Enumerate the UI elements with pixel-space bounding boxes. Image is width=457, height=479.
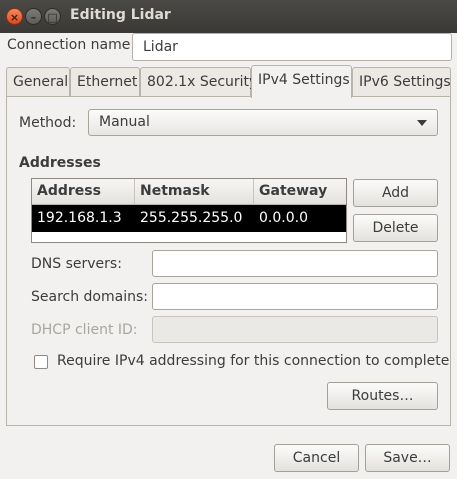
tab-ipv4-settings[interactable]: IPv4 Settings — [251, 65, 352, 98]
table-row[interactable]: 192.168.1.3 255.255.255.0 0.0.0.0 — [32, 205, 346, 232]
tab-ethernet[interactable]: Ethernet — [70, 67, 140, 97]
column-header-gateway[interactable]: Gateway — [254, 179, 346, 205]
window-title: Editing Lidar — [70, 7, 171, 23]
maximize-window-icon[interactable]: □ — [44, 8, 61, 25]
dhcp-client-id-input — [152, 316, 438, 343]
connection-name-label: Connection name: — [7, 37, 136, 53]
search-domains-input[interactable] — [152, 283, 438, 310]
method-dropdown[interactable]: Manual — [88, 109, 438, 136]
minimize-window-icon[interactable]: – — [25, 8, 42, 25]
require-ipv4-checkbox[interactable] — [34, 355, 48, 369]
table-header: Address Netmask Gateway — [32, 179, 346, 205]
netmask-cell[interactable]: 255.255.255.0 — [135, 205, 254, 232]
routes-button[interactable]: Routes… — [327, 382, 438, 410]
dropdown-arrow-icon — [417, 120, 427, 126]
tab-general[interactable]: General — [6, 67, 70, 97]
close-window-icon[interactable]: × — [6, 8, 23, 25]
connection-name-input[interactable]: Lidar — [132, 33, 452, 61]
dns-servers-label: DNS servers: — [31, 256, 122, 272]
addresses-table: Address Netmask Gateway 192.168.1.3 255.… — [31, 178, 347, 243]
save-button[interactable]: Save… — [365, 444, 450, 472]
tab-8021x-security[interactable]: 802.1x Security — [140, 67, 257, 97]
column-header-address[interactable]: Address — [32, 179, 135, 205]
dhcp-client-id-label: DHCP client ID: — [31, 322, 138, 338]
delete-address-button[interactable]: Delete — [353, 214, 438, 242]
cancel-button[interactable]: Cancel — [274, 444, 359, 472]
add-address-button[interactable]: Add — [353, 179, 438, 207]
dns-servers-input[interactable] — [152, 250, 438, 277]
addresses-heading: Addresses — [19, 155, 101, 171]
tab-ipv6-settings[interactable]: IPv6 Settings — [352, 67, 451, 97]
address-cell[interactable]: 192.168.1.3 — [32, 205, 135, 232]
gateway-cell[interactable]: 0.0.0.0 — [254, 205, 346, 232]
column-header-netmask[interactable]: Netmask — [135, 179, 254, 205]
title-bar: × – □ Editing Lidar — [0, 0, 457, 33]
method-label: Method: — [19, 115, 77, 131]
search-domains-label: Search domains: — [31, 289, 148, 305]
require-ipv4-label[interactable]: Require IPv4 addressing for this connect… — [57, 353, 449, 369]
method-value: Manual — [99, 114, 150, 130]
